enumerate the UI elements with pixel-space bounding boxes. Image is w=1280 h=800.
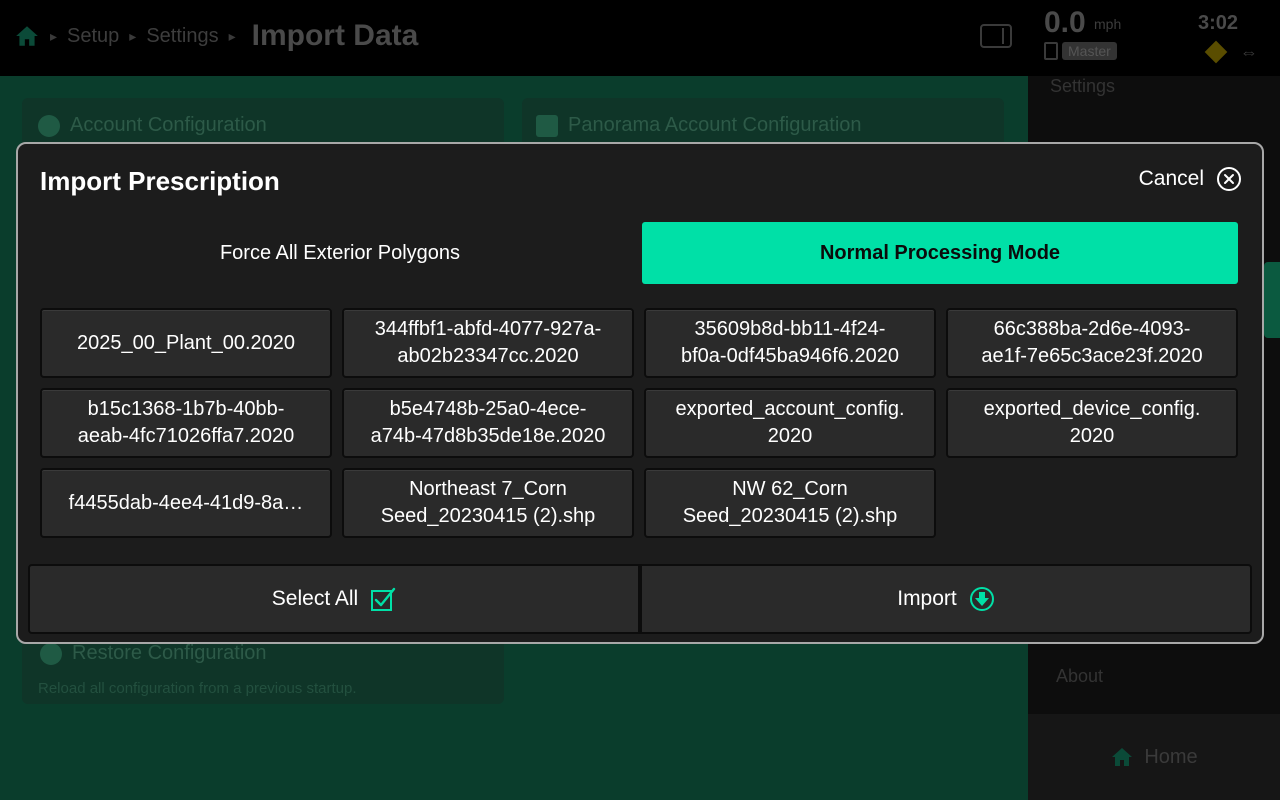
- breadcrumb-settings[interactable]: Settings: [146, 25, 218, 48]
- clock: 3:02: [1198, 12, 1239, 34]
- file-name-line: 35609b8d-bb11-4f24-: [694, 318, 886, 340]
- file-tile[interactable]: 2025_00_Plant_00.2020: [40, 308, 332, 378]
- file-tile[interactable]: 35609b8d-bb11-4f24- bf0a-0df45ba946f6.202…: [644, 308, 936, 378]
- select-all-label: Select All: [271, 587, 359, 610]
- file-name-line: Northeast 7_Corn: [409, 478, 567, 500]
- panorama-config-title: Panorama Account Configuration: [536, 114, 862, 137]
- download-icon: [969, 587, 994, 611]
- home-button[interactable]: Home: [1028, 714, 1280, 800]
- file-tile[interactable]: f4455dab-4ee4-41d9-8a…: [40, 468, 332, 538]
- file-name-line: ab02b23347cc.2020: [397, 345, 579, 367]
- file-name-line: ae1f-7e65c3ace23f.2020: [981, 345, 1203, 367]
- chevron-right-icon: ▸: [228, 27, 236, 44]
- account-config-title: Account Configuration: [38, 114, 267, 137]
- file-name-line: a74b-47d8b35de18e.2020: [370, 425, 606, 447]
- file-name: 35609b8d-bb11-4f24- bf0a-0df45ba946f6.202…: [681, 316, 899, 370]
- mode-normal-processing[interactable]: Normal Processing Mode: [642, 222, 1238, 284]
- file-tile[interactable]: Northeast 7_Corn Seed_20230415 (2).shp: [342, 468, 634, 538]
- file-name-line: exported_device_config.: [983, 398, 1201, 420]
- chevron-right-icon: ▸: [50, 27, 58, 44]
- file-name-line: Seed_20230415 (2).shp: [380, 505, 596, 527]
- file-name: b15c1368-1b7b-40bb-aeab-4fc71026ffa7.202…: [78, 396, 295, 450]
- file-name-line: aeab-4fc71026ffa7.2020: [77, 425, 295, 447]
- import-button[interactable]: Import: [640, 564, 1252, 634]
- sidebar-item-settings[interactable]: Settings: [1050, 76, 1115, 97]
- file-tile[interactable]: exported_account_config. 2020: [644, 388, 936, 458]
- file-name: 344ffbf1-abfd-4077-927a-ab02b23347cc.202…: [375, 316, 601, 370]
- master-switch-icon: [1044, 42, 1058, 60]
- restore-config-label: Restore Configuration: [72, 642, 267, 664]
- file-name: Northeast 7_Corn Seed_20230415 (2).shp: [381, 476, 596, 530]
- processing-mode-toggle: Force All Exterior Polygons Normal Proce…: [42, 222, 1238, 286]
- warning-icon[interactable]: [1204, 40, 1228, 64]
- cancel-label: Cancel: [1138, 167, 1204, 190]
- dialog-title: Import Prescription: [40, 166, 280, 196]
- breadcrumb-setup[interactable]: Setup: [67, 25, 119, 48]
- file-tile[interactable]: exported_device_config. 2020: [946, 388, 1238, 458]
- arrows-icon[interactable]: ⇔: [1240, 42, 1258, 63]
- file-name: exported_account_config. 2020: [675, 396, 904, 450]
- import-label: Import: [897, 587, 957, 610]
- master-label: Master: [1062, 42, 1117, 60]
- file-name-line: 2020: [1069, 425, 1115, 447]
- chevron-right-icon: ▸: [129, 27, 137, 44]
- file-tile[interactable]: 66c388ba-2d6e-4093- ae1f-7e65c3ace23f.202…: [946, 308, 1238, 378]
- restore-icon: [40, 642, 62, 665]
- restore-config-card[interactable]: Restore Configuration Reload all configu…: [22, 634, 504, 704]
- file-name-line: f4455dab-4ee4-41d9-8a…: [68, 491, 304, 514]
- file-tile[interactable]: NW 62_Corn Seed_20230415 (2).shp: [644, 468, 936, 538]
- panel-toggle-icon[interactable]: [980, 24, 1012, 48]
- sidebar-scroll-indicator: [1264, 262, 1280, 338]
- file-name-line: exported_account_config.: [675, 398, 905, 420]
- speed-readout: 0.0: [1044, 6, 1086, 39]
- master-switch[interactable]: Master: [1044, 42, 1117, 60]
- speed-unit: mph: [1094, 16, 1122, 32]
- grid-icon: [536, 114, 558, 137]
- restore-config-description: Reload all configuration from a previous…: [38, 680, 357, 697]
- file-name-line: 344ffbf1-abfd-4077-927a-: [374, 318, 602, 340]
- file-name-line: Seed_20230415 (2).shp: [682, 505, 898, 527]
- file-name: f4455dab-4ee4-41d9-8a…: [69, 490, 304, 517]
- file-name: NW 62_Corn Seed_20230415 (2).shp: [683, 476, 898, 530]
- mode-force-exterior-polygons[interactable]: Force All Exterior Polygons: [42, 222, 638, 284]
- file-name-line: 2025_00_Plant_00.2020: [77, 331, 295, 354]
- file-name-line: 2020: [767, 425, 813, 447]
- sidebar-settings-label: Settings: [1050, 76, 1116, 96]
- breadcrumb: ▸ Setup ▸ Settings ▸ Import Data: [14, 18, 418, 54]
- file-name: 2025_00_Plant_00.2020: [77, 330, 295, 357]
- file-tile[interactable]: b5e4748b-25a0-4ece-a74b-47d8b35de18e.202…: [342, 388, 634, 458]
- account-config-label: Account Configuration: [70, 114, 267, 136]
- checkbox-checked-icon: [371, 587, 396, 611]
- file-tile[interactable]: b15c1368-1b7b-40bb-aeab-4fc71026ffa7.202…: [40, 388, 332, 458]
- cancel-button[interactable]: Cancel: [1139, 166, 1242, 192]
- select-all-button[interactable]: Select All: [28, 564, 640, 634]
- sidebar-about-label: About: [1056, 666, 1104, 686]
- info-icon: [38, 114, 60, 137]
- home-icon[interactable]: [14, 23, 40, 49]
- file-name-line: NW 62_Corn: [732, 478, 848, 500]
- file-name-line: b15c1368-1b7b-40bb-: [87, 398, 285, 420]
- import-prescription-dialog: Import Prescription Cancel Force All Ext…: [16, 142, 1264, 644]
- page-title: Import Data: [251, 19, 419, 52]
- file-name: 66c388ba-2d6e-4093- ae1f-7e65c3ace23f.202…: [981, 316, 1202, 370]
- file-name-line: b5e4748b-25a0-4ece-: [389, 398, 587, 420]
- dialog-actions: Select All Import: [28, 564, 1252, 634]
- home-icon: [1112, 748, 1133, 766]
- close-circle-icon: [1217, 167, 1241, 191]
- file-name-line: bf0a-0df45ba946f6.2020: [681, 345, 899, 367]
- file-name-line: 66c388ba-2d6e-4093-: [993, 318, 1191, 340]
- file-tile[interactable]: 344ffbf1-abfd-4077-927a-ab02b23347cc.202…: [342, 308, 634, 378]
- restore-config-title: Restore Configuration: [40, 642, 267, 665]
- home-label: Home: [1144, 745, 1198, 768]
- top-bar: ▸ Setup ▸ Settings ▸ Import Data 0.0 mph…: [0, 0, 1280, 76]
- file-name: exported_device_config. 2020: [984, 396, 1201, 450]
- file-name: b5e4748b-25a0-4ece-a74b-47d8b35de18e.202…: [371, 396, 606, 450]
- panorama-config-label: Panorama Account Configuration: [568, 114, 862, 136]
- sidebar-item-about[interactable]: About: [1056, 666, 1103, 687]
